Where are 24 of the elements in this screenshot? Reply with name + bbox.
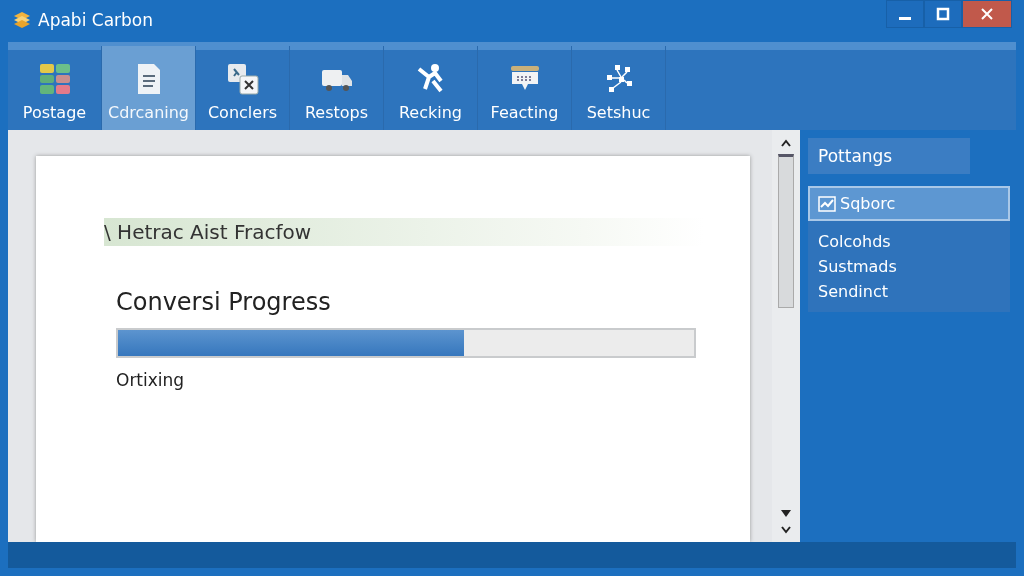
close-button[interactable] xyxy=(962,0,1012,28)
maximize-icon xyxy=(936,7,950,21)
scroll-down-icon[interactable] xyxy=(780,508,792,518)
scroll-thumb[interactable] xyxy=(778,154,794,308)
progress-title: Conversi Progress xyxy=(116,288,332,316)
panel-header: Pottangs xyxy=(808,138,970,174)
convert-icon xyxy=(226,63,259,95)
scroll-up-icon[interactable] xyxy=(780,138,792,148)
grid-icon xyxy=(38,63,71,95)
panel-item[interactable]: Colcohds xyxy=(808,229,1010,254)
toolbar-button[interactable]: Cdrcaning xyxy=(102,46,196,130)
scroll-down-icon[interactable] xyxy=(780,524,792,534)
panel-item[interactable]: Sqborc xyxy=(808,186,1010,221)
maximize-button[interactable] xyxy=(924,0,962,28)
close-icon xyxy=(980,7,994,21)
minimize-button[interactable] xyxy=(886,0,924,28)
logo-icon xyxy=(12,10,32,30)
panel-item[interactable]: Sendinct xyxy=(808,279,1010,304)
panel-item[interactable]: Sustmads xyxy=(808,254,1010,279)
progress-status: Ortixing xyxy=(116,370,186,390)
scrollbar[interactable] xyxy=(772,130,800,542)
minimize-icon xyxy=(899,16,911,20)
check-icon xyxy=(818,195,836,212)
window-title: Apabi Carbon xyxy=(38,10,153,30)
